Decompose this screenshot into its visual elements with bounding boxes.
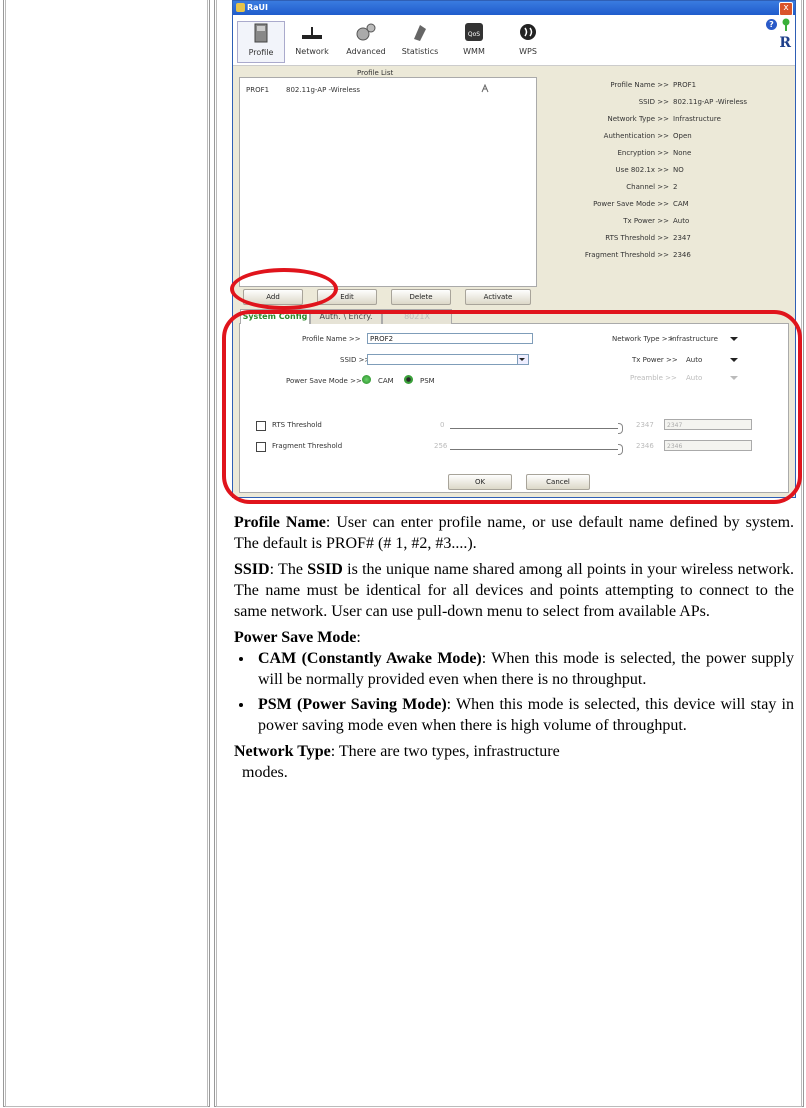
description-text: Profile Name: User can enter profile nam… bbox=[234, 512, 794, 788]
list-item: CAM (Constantly Awake Mode): When this m… bbox=[254, 648, 794, 690]
toolbar-network-label: Network bbox=[295, 47, 329, 56]
detail-row: Power Save Mode >> CAM bbox=[593, 200, 689, 208]
profile-name-paragraph: Profile Name: User can enter profile nam… bbox=[234, 514, 795, 552]
power-save-heading: Power Save Mode: bbox=[234, 629, 361, 646]
close-button[interactable]: x bbox=[779, 2, 793, 16]
profile-list-title: Profile List bbox=[357, 69, 394, 77]
toolbar-wps-label: WPS bbox=[519, 47, 537, 56]
list-item: PSM (Power Saving Mode): When this mode … bbox=[254, 694, 794, 736]
detail-row: Encryption >> None bbox=[617, 149, 692, 157]
detail-row: Fragment Threshold >> 2346 bbox=[584, 251, 691, 259]
toolbar-wps-button[interactable]: WPS bbox=[505, 21, 551, 61]
delete-button[interactable]: Delete bbox=[391, 289, 451, 305]
detail-row: RTS Threshold >> 2347 bbox=[605, 234, 691, 242]
network-type-paragraph-cont: modes. bbox=[242, 764, 288, 781]
profile-icon bbox=[254, 23, 268, 43]
toolbar: Profile Network Advanced Statistics QoS … bbox=[233, 15, 795, 66]
profile-list[interactable]: PROF1 802.11g-AP -Wireless bbox=[239, 77, 537, 287]
help-icon[interactable]: ? bbox=[766, 19, 777, 30]
wps-icon bbox=[520, 24, 536, 40]
config-panel-highlight bbox=[222, 310, 802, 504]
connection-status-icon bbox=[782, 18, 790, 31]
window-title: RaUI bbox=[247, 3, 269, 12]
toolbar-profile-button[interactable]: Profile bbox=[237, 21, 285, 63]
detail-row: Profile Name >> PROF1 bbox=[610, 81, 697, 89]
app-logo-icon bbox=[236, 3, 245, 12]
toolbar-statistics-label: Statistics bbox=[401, 47, 439, 56]
left-cell-inner bbox=[5, 0, 208, 1107]
active-profile-icon bbox=[481, 84, 489, 93]
activate-button[interactable]: Activate bbox=[465, 289, 531, 305]
network-type-paragraph: Network Type: There are two types, infra… bbox=[234, 743, 560, 760]
toolbar-network-button[interactable]: Network bbox=[289, 21, 335, 61]
detail-row: Tx Power >> Auto bbox=[623, 217, 690, 225]
title-bar: RaUI x bbox=[233, 1, 795, 16]
brand-logo: R bbox=[779, 35, 791, 51]
add-button-highlight bbox=[230, 268, 338, 310]
toolbar-advanced-button[interactable]: Advanced bbox=[343, 21, 389, 61]
detail-row: Authentication >> Open bbox=[603, 132, 692, 140]
profile-row-ssid: 802.11g-AP -Wireless bbox=[286, 86, 361, 94]
statistics-icon bbox=[414, 25, 426, 41]
detail-row: Channel >> 2 bbox=[626, 183, 678, 191]
ssid-paragraph: SSID: The SSID is the unique name shared… bbox=[234, 561, 794, 620]
profile-row-name: PROF1 bbox=[246, 86, 270, 94]
toolbar-wmm-label: WMM bbox=[463, 47, 485, 56]
toolbar-statistics-button[interactable]: Statistics bbox=[397, 21, 443, 61]
detail-row: SSID >> 802.11g-AP -Wireless bbox=[638, 98, 748, 106]
svg-text:QoS: QoS bbox=[468, 31, 480, 38]
detail-row: Network Type >> Infrastructure bbox=[607, 115, 721, 123]
advanced-icon bbox=[356, 23, 376, 41]
network-icon bbox=[302, 27, 322, 39]
detail-row: Use 802.1x >> NO bbox=[615, 166, 684, 174]
toolbar-advanced-label: Advanced bbox=[346, 47, 386, 56]
toolbar-profile-label: Profile bbox=[248, 48, 274, 57]
power-save-list: CAM (Constantly Awake Mode): When this m… bbox=[234, 648, 794, 736]
wmm-icon: QoS bbox=[465, 23, 483, 41]
toolbar-wmm-button[interactable]: QoS WMM bbox=[451, 21, 497, 61]
